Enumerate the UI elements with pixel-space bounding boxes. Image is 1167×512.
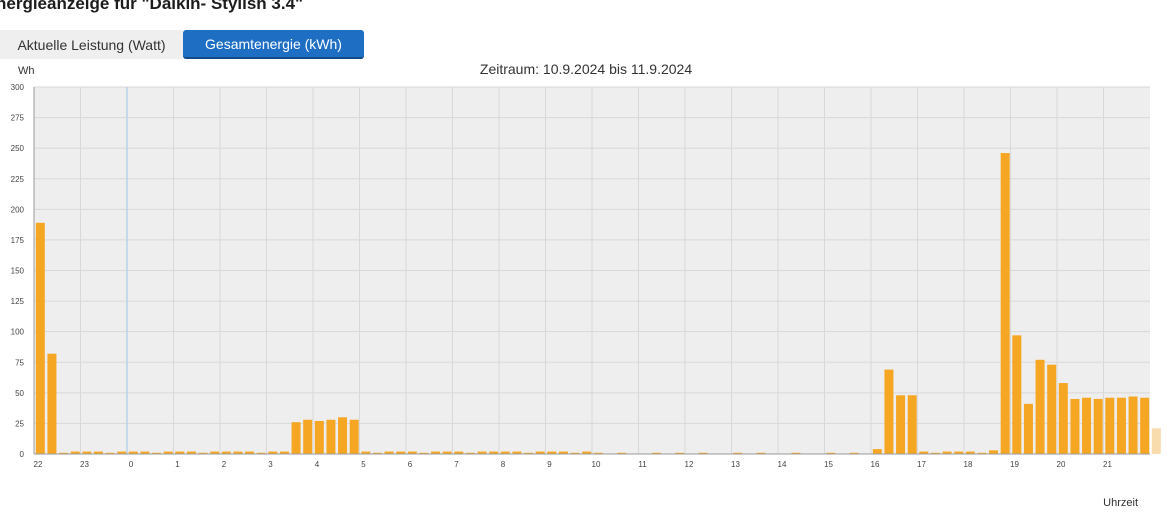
x-tick-label: 8 bbox=[501, 460, 506, 469]
x-tick-label: 16 bbox=[871, 460, 880, 469]
bar bbox=[1128, 396, 1138, 454]
x-tick-label: 18 bbox=[964, 460, 973, 469]
x-tick-label: 2 bbox=[222, 460, 227, 469]
x-tick-label: 12 bbox=[685, 460, 694, 469]
y-tick-label: 0 bbox=[20, 450, 25, 459]
x-tick-label: 23 bbox=[80, 460, 89, 469]
bar bbox=[907, 395, 917, 454]
x-tick-label: 7 bbox=[454, 460, 459, 469]
y-tick-label: 125 bbox=[11, 297, 25, 306]
y-tick-label: 100 bbox=[11, 328, 25, 337]
bar bbox=[303, 419, 313, 454]
y-tick-label: 225 bbox=[11, 175, 25, 184]
x-axis-label: Uhrzeit bbox=[1103, 497, 1138, 509]
x-tick-label: 14 bbox=[778, 460, 787, 469]
energy-bar-chart: Zeitraum: 10.9.2024 bis 11.9.2024 Wh Uhr… bbox=[11, 61, 1161, 509]
bar bbox=[1070, 398, 1080, 454]
x-tick-label: 9 bbox=[547, 460, 552, 469]
y-tick-label: 25 bbox=[15, 419, 24, 428]
x-tick-label: 15 bbox=[824, 460, 833, 469]
bar bbox=[1035, 359, 1045, 454]
bar bbox=[1058, 383, 1068, 454]
x-tick-label: 1 bbox=[175, 460, 180, 469]
y-tick-label: 200 bbox=[11, 205, 25, 214]
y-tick-label: 175 bbox=[11, 236, 25, 245]
bar bbox=[1140, 397, 1150, 454]
x-tick-label: 21 bbox=[1103, 460, 1112, 469]
x-tick-label: 20 bbox=[1057, 460, 1066, 469]
x-tick-label: 5 bbox=[361, 460, 366, 469]
chart-title: Zeitraum: 10.9.2024 bis 11.9.2024 bbox=[480, 61, 692, 77]
bar bbox=[884, 369, 894, 454]
y-axis-unit: Wh bbox=[18, 65, 35, 77]
bar bbox=[1082, 397, 1092, 454]
bar bbox=[338, 417, 348, 454]
y-tick-label: 250 bbox=[11, 144, 25, 153]
bar bbox=[872, 449, 882, 454]
bar bbox=[1000, 153, 1010, 454]
bar bbox=[349, 419, 359, 454]
x-tick-label: 0 bbox=[129, 460, 134, 469]
bar bbox=[1012, 335, 1022, 454]
y-tick-label: 300 bbox=[11, 83, 25, 92]
y-tick-label: 50 bbox=[15, 389, 24, 398]
x-tick-label: 19 bbox=[1010, 460, 1019, 469]
bar bbox=[291, 422, 301, 454]
bar bbox=[896, 395, 906, 454]
bar bbox=[47, 353, 57, 454]
bar bbox=[35, 222, 45, 454]
x-tick-label: 3 bbox=[268, 460, 273, 469]
x-tick-label: 13 bbox=[731, 460, 740, 469]
bar bbox=[989, 450, 999, 454]
y-tick-label: 150 bbox=[11, 267, 25, 276]
x-tick-label: 22 bbox=[34, 460, 43, 469]
y-tick-label: 75 bbox=[15, 358, 24, 367]
bar bbox=[326, 419, 336, 454]
bar bbox=[1116, 397, 1126, 454]
x-tick-label: 10 bbox=[592, 460, 601, 469]
bar bbox=[1047, 364, 1057, 454]
bar bbox=[1093, 398, 1103, 454]
x-tick-label: 4 bbox=[315, 460, 320, 469]
x-tick-label: 11 bbox=[638, 460, 647, 469]
bar bbox=[314, 420, 324, 454]
bar bbox=[1105, 397, 1115, 454]
bar bbox=[1023, 403, 1033, 454]
x-tick-label: 17 bbox=[917, 460, 926, 469]
x-tick-label: 6 bbox=[408, 460, 413, 469]
y-tick-label: 275 bbox=[11, 114, 25, 123]
bar bbox=[1151, 428, 1161, 454]
